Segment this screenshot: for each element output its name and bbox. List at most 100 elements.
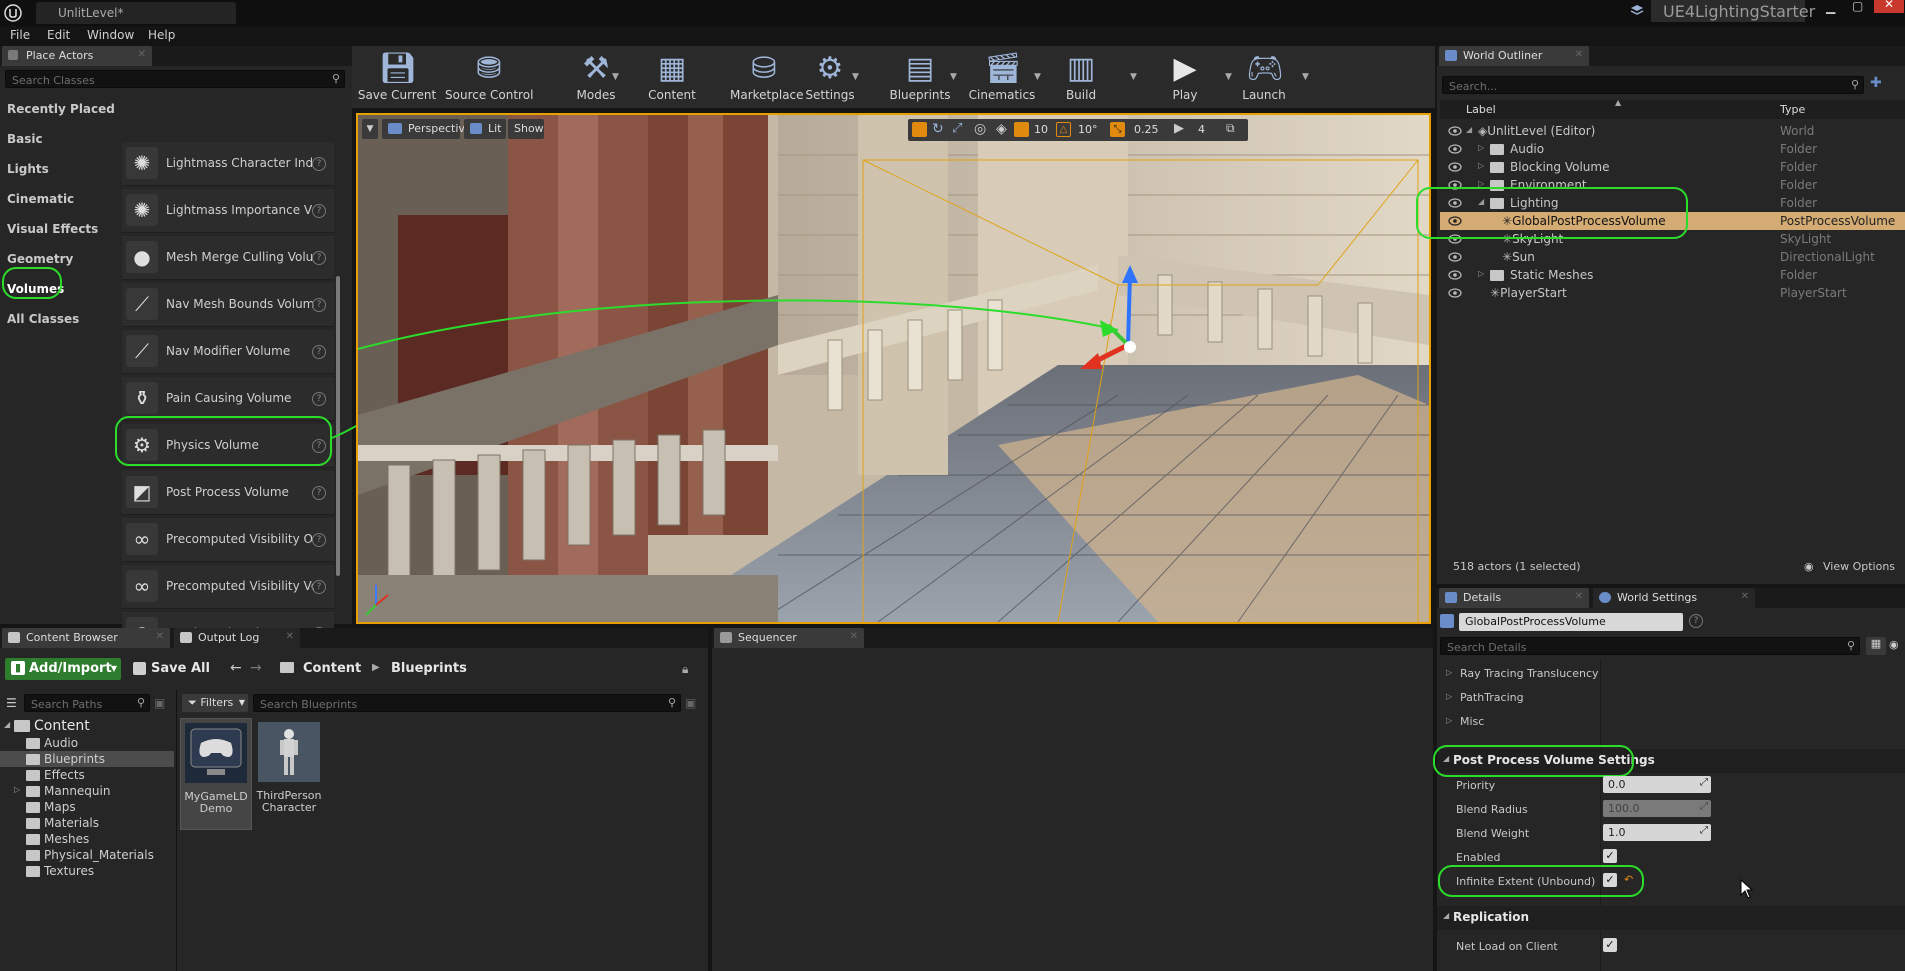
outliner-search-input[interactable]: Search... ⚲ — [1442, 76, 1864, 94]
folder-tree-item[interactable]: Effects — [0, 767, 174, 783]
chevron-down-icon[interactable]: ▼ — [950, 72, 957, 82]
search-paths-input[interactable]: Search Paths ⚲ — [24, 694, 150, 712]
source-control-status-icon[interactable] — [1627, 2, 1649, 20]
close-tab-icon[interactable]: ✕ — [1575, 591, 1583, 602]
menu-window[interactable]: Window — [87, 28, 134, 42]
add-filter-icon[interactable]: ✚ — [1870, 75, 1882, 91]
cinematics-button[interactable]: 🎬︎ Cinematics — [968, 48, 1036, 106]
folder-tree-item[interactable]: Maps — [0, 799, 174, 815]
asset-tile[interactable]: ThirdPerson Character — [254, 718, 324, 830]
grid-snap-value[interactable]: 10 — [1034, 123, 1048, 136]
menu-help[interactable]: Help — [148, 28, 175, 42]
maximize-viewport-icon[interactable]: ⧉ — [1226, 121, 1235, 136]
save-all-button[interactable]: Save All — [131, 658, 219, 680]
tab-world-settings[interactable]: World Settings ✕ — [1593, 588, 1755, 608]
source-control-button[interactable]: ⛃ Source Control — [445, 48, 533, 106]
tab-content-browser[interactable]: Content Browser ✕ — [2, 628, 170, 648]
help-icon[interactable]: ? — [312, 486, 326, 500]
outliner-row[interactable]: ✳ PlayerStart PlayerStart — [1440, 284, 1905, 302]
asset-tile[interactable]: MyGameLD Demo — [180, 718, 252, 830]
outliner-row[interactable]: ▷ Static Meshes Folder — [1440, 266, 1905, 284]
content-button[interactable]: ▦ Content — [648, 48, 696, 106]
launch-button[interactable]: 🎮︎ Launch — [1236, 48, 1292, 106]
visibility-eye-icon[interactable] — [1448, 143, 1462, 154]
details-search-input[interactable]: Search Details ⚲ — [1440, 637, 1860, 655]
folder-tree-item[interactable]: Physical_Materials — [0, 847, 174, 863]
actor-list-scrollbar[interactable] — [336, 276, 340, 576]
visibility-eye-icon[interactable] — [1448, 269, 1462, 280]
perspective-button[interactable]: Perspective — [382, 119, 472, 139]
rotation-snap-icon[interactable]: △ — [1056, 122, 1071, 137]
priority-input[interactable]: 0.0 ⤢ — [1603, 776, 1711, 793]
translate-tool-icon[interactable] — [912, 122, 927, 137]
folder-tree-item[interactable]: ▷ Mannequin — [0, 783, 174, 799]
level-tab[interactable]: UnlitLevel* — [36, 2, 236, 24]
section-replication[interactable]: ◢ Replication — [1437, 906, 1905, 930]
blend-radius-input[interactable]: 100.0 ⤢ — [1603, 800, 1711, 817]
close-tab-icon[interactable]: ✕ — [156, 631, 164, 642]
collapsed-section[interactable]: ▷ Misc — [1440, 710, 1905, 734]
folder-tree-item[interactable]: Audio — [0, 735, 174, 751]
help-icon[interactable]: ? — [312, 533, 326, 547]
marketplace-button[interactable]: ⛁ Marketplace — [730, 48, 804, 106]
lit-button[interactable]: Lit — [464, 119, 506, 139]
breadcrumb-content[interactable]: Content — [303, 661, 361, 676]
viewport-options-dropdown[interactable]: ▼ — [362, 119, 378, 139]
folder-tree-item[interactable]: Blueprints — [0, 751, 174, 767]
help-icon[interactable]: ? — [312, 345, 326, 359]
actor-item[interactable]: ∞ Precomputed Visibility Vo? — [122, 565, 334, 609]
menu-file[interactable]: File — [10, 28, 30, 42]
tab-output-log[interactable]: Output Log ✕ — [174, 628, 300, 648]
blend-weight-input[interactable]: 1.0 ⤢ — [1603, 824, 1711, 841]
visibility-eye-icon[interactable] — [1448, 125, 1462, 136]
chevron-down-icon[interactable]: ▼ — [852, 72, 859, 82]
actor-item[interactable]: ◩ Post Process Volume? — [122, 471, 334, 515]
actor-item[interactable]: ✺ Lightmass Character Ind? — [122, 142, 334, 186]
expand-arrow-icon[interactable]: ▷ — [14, 785, 20, 794]
surface-snap-icon[interactable]: ◈ — [996, 121, 1007, 137]
actor-item[interactable]: ⟋ Nav Modifier Volume? — [122, 330, 334, 374]
column-label-header[interactable]: Label — [1466, 103, 1496, 116]
expand-arrow-icon[interactable]: ▷ — [1478, 143, 1484, 152]
actor-item[interactable]: ∞ Precomputed Visibility O? — [122, 518, 334, 562]
actor-item[interactable]: ⚱ Pain Causing Volume? — [122, 377, 334, 421]
actor-name-field[interactable]: GlobalPostProcessVolume — [1459, 613, 1683, 631]
property-matrix-icon[interactable]: ▦ — [1866, 637, 1886, 655]
expand-arrow-icon[interactable]: ▷ — [1478, 161, 1484, 170]
visibility-eye-icon[interactable] — [1448, 161, 1462, 172]
visibility-eye-icon[interactable] — [1448, 251, 1462, 262]
help-icon[interactable]: ? — [312, 157, 326, 171]
rotation-snap-value[interactable]: 10° — [1078, 123, 1098, 136]
add-import-button[interactable]: ▮ Add/Import ▼ — [5, 658, 121, 680]
outliner-row[interactable]: ◢ ◈ UnlitLevel (Editor) World — [1440, 122, 1905, 140]
scale-snap-value[interactable]: 0.25 — [1134, 123, 1159, 136]
close-tab-icon[interactable]: ✕ — [1575, 49, 1583, 60]
net-load-checkbox[interactable]: ✓ — [1603, 938, 1617, 952]
actor-item[interactable]: ✺ Lightmass Importance V? — [122, 189, 334, 233]
collapsed-section[interactable]: ▷ PathTracing — [1440, 686, 1905, 710]
level-viewport[interactable]: ▼ Perspective Lit Show ↻ ⤢ ◎ ◈ 10 △ 10° … — [356, 113, 1431, 624]
help-icon[interactable]: ? — [312, 298, 326, 312]
visibility-eye-icon[interactable] — [1448, 287, 1462, 298]
outliner-row[interactable]: ✳ Sun DirectionalLight — [1440, 248, 1905, 266]
scale-snap-icon[interactable]: ⤡ — [1110, 122, 1125, 137]
help-icon[interactable]: ? — [312, 204, 326, 218]
help-icon[interactable]: ? — [1689, 614, 1703, 628]
tree-root[interactable]: ◢ Content — [0, 717, 174, 735]
save-current-button[interactable]: 💾︎ Save Current — [356, 48, 438, 106]
close-tab-icon[interactable]: ✕ — [850, 631, 858, 642]
world-local-icon[interactable]: ◎ — [974, 121, 986, 137]
actor-item[interactable]: ⟋ Nav Mesh Bounds Volum? — [122, 283, 334, 327]
sources-toggle-icon[interactable]: ☰ — [6, 696, 17, 710]
collapsed-section[interactable]: ▷ Ray Tracing Translucency — [1440, 662, 1905, 686]
minimize-icon[interactable]: ▁ — [1826, 0, 1835, 14]
scale-tool-icon[interactable]: ⤢ — [952, 121, 962, 136]
maximize-icon[interactable]: ▢ — [1852, 0, 1863, 13]
actor-item[interactable]: ● Mesh Merge Culling Volume? — [122, 236, 334, 280]
close-tab-icon[interactable]: ✕ — [286, 631, 294, 642]
show-button[interactable]: Show — [508, 119, 544, 139]
play-button[interactable]: ▶ Play — [1164, 48, 1206, 106]
column-type-header[interactable]: Type — [1780, 103, 1805, 116]
folder-tree-item[interactable]: Textures — [0, 863, 174, 879]
chevron-down-icon[interactable]: ▼ — [1034, 72, 1041, 82]
